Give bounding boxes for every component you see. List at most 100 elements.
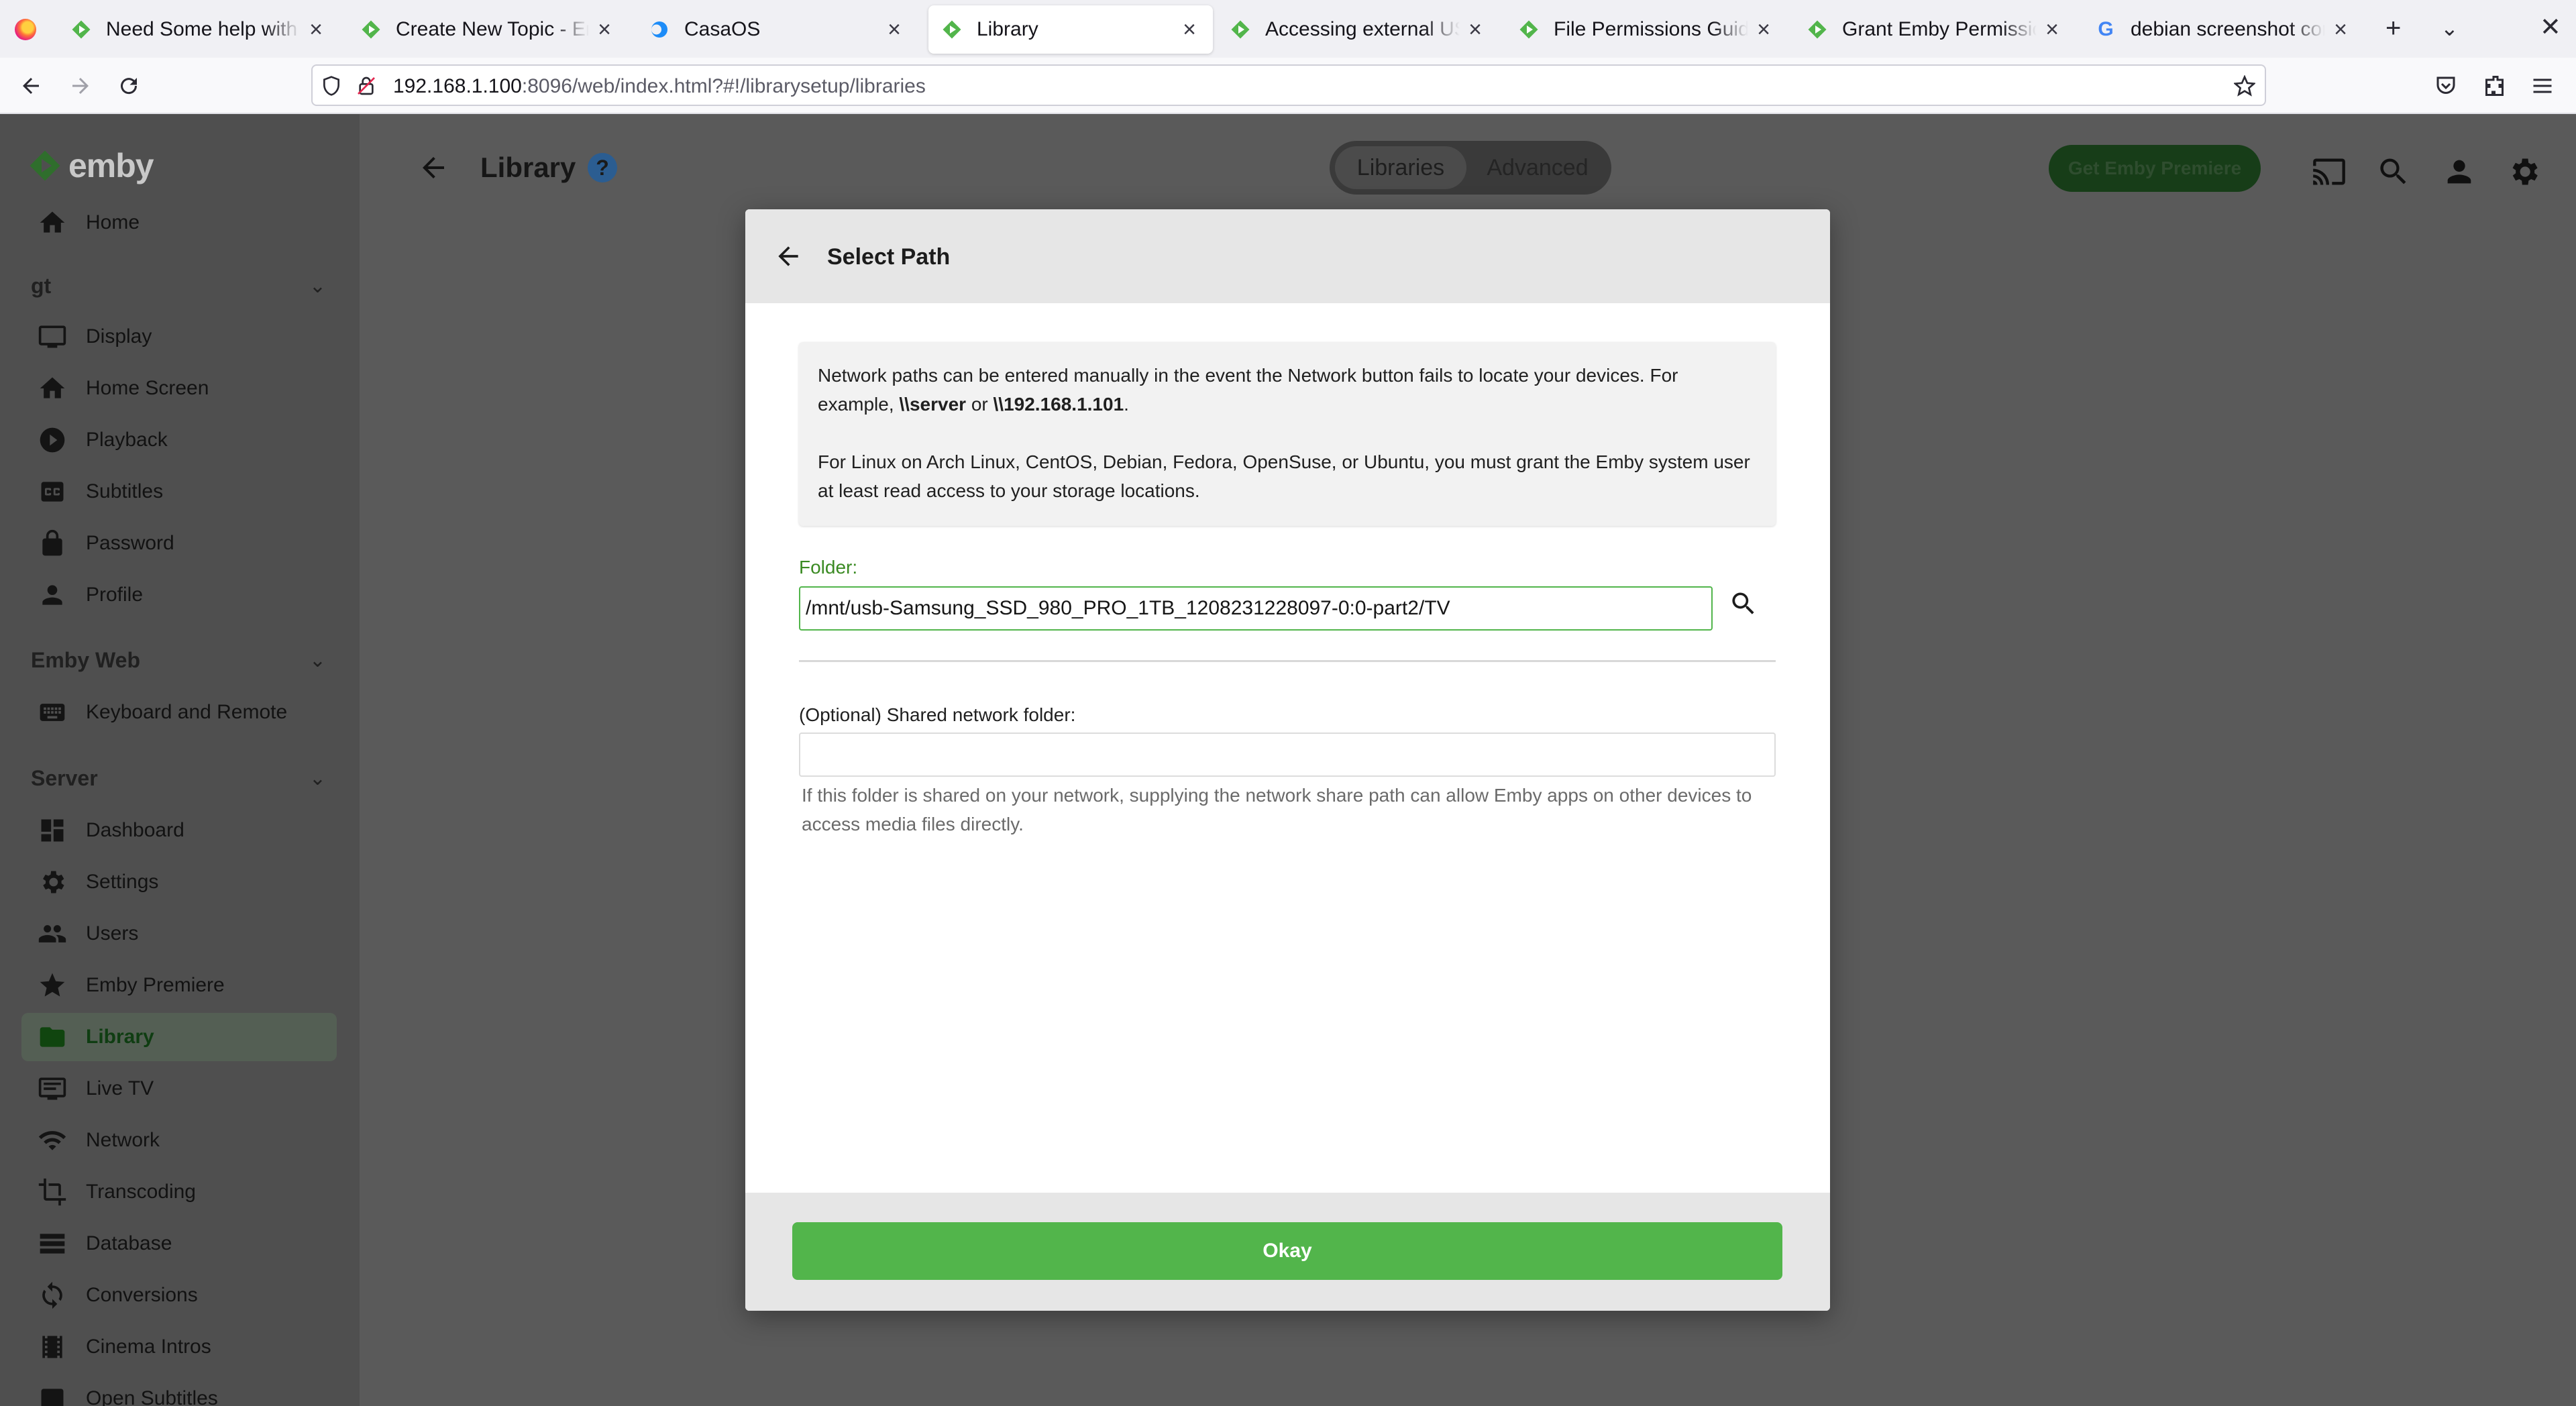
list-all-tabs-chevron-icon[interactable]: ⌄ [2440, 17, 2459, 39]
home-icon [38, 208, 67, 237]
logo-text: emby [68, 147, 154, 184]
browser-nav-bar: 192.168.1.100:8096/web/index.html?#!/lib… [0, 58, 2576, 114]
sidebar-item-label: Open Subtitles [86, 1387, 218, 1406]
sidebar-item-playback[interactable]: Playback [21, 416, 337, 464]
info-text: or [966, 394, 994, 415]
emby-logo[interactable]: emby [28, 146, 154, 185]
person-icon [38, 580, 67, 610]
browser-tab[interactable]: Create New Topic - Emby × [347, 5, 628, 54]
sidebar-item-label: Database [86, 1232, 172, 1254]
sidebar-item-label: Dashboard [86, 819, 184, 841]
sidebar-item-open-subtitles[interactable]: Open Subtitles [21, 1374, 337, 1406]
tab-close-icon[interactable]: × [2330, 17, 2351, 43]
sync-icon [38, 1281, 67, 1310]
sidebar-section-server[interactable]: Server ⌄ [31, 758, 333, 798]
hamburger-menu-icon[interactable] [2525, 68, 2560, 103]
tab-close-icon[interactable]: × [594, 17, 614, 43]
tab-close-icon[interactable]: × [884, 17, 904, 43]
tab-libraries[interactable]: Libraries [1335, 146, 1466, 189]
window-close-icon[interactable]: ✕ [2540, 15, 2561, 40]
reload-icon[interactable] [111, 68, 146, 103]
sidebar-item-password[interactable]: Password [21, 519, 337, 567]
folder-input[interactable] [799, 586, 1713, 631]
sidebar-item-label: Users [86, 922, 139, 944]
sidebar-item-keyboard-and-remote[interactable]: Keyboard and Remote [21, 688, 337, 737]
browser-tab[interactable]: File Permissions Guide for × [1505, 5, 1787, 54]
tab-close-icon[interactable]: × [1465, 17, 1485, 43]
url-text[interactable]: 192.168.1.100:8096/web/index.html?#!/lib… [393, 75, 926, 98]
sidebar-item-label: Subtitles [86, 480, 164, 502]
okay-button[interactable]: Okay [792, 1222, 1782, 1280]
emby-favicon-icon [1807, 19, 1827, 40]
browser-tab[interactable]: Accessing external USB drive × [1217, 5, 1499, 54]
shared-folder-label: (Optional) Shared network folder: [799, 704, 1076, 725]
tab-title: Need Some help with emby [106, 18, 301, 40]
sidebar-item-database[interactable]: Database [21, 1220, 337, 1268]
sidebar-item-home[interactable]: Home [21, 199, 337, 247]
emby-favicon-icon [942, 19, 962, 40]
tab-close-icon[interactable]: × [1754, 17, 1774, 43]
new-tab-plus-icon[interactable]: + [2385, 15, 2401, 42]
emby-logo-icon [30, 150, 60, 181]
sidebar-item-cinema-intros[interactable]: Cinema Intros [21, 1323, 337, 1371]
page-title: Library [480, 152, 576, 183]
emby-favicon-icon [1230, 19, 1250, 40]
back-arrow-icon[interactable] [773, 241, 803, 271]
sidebar-item-network[interactable]: Network [21, 1116, 337, 1165]
sidebar-item-live-tv[interactable]: Live TV [21, 1065, 337, 1113]
back-arrow-icon[interactable] [417, 152, 449, 184]
tab-title: debian screenshot command [2131, 18, 2325, 40]
help-icon[interactable]: ? [588, 153, 617, 182]
sidebar-item-users[interactable]: Users [21, 910, 337, 958]
sidebar-item-profile[interactable]: Profile [21, 571, 337, 619]
sidebar-item-label: Library [86, 1026, 154, 1048]
firefox-menu-icon[interactable] [15, 19, 36, 40]
sidebar-section-emby-web[interactable]: Emby Web ⌄ [31, 640, 333, 680]
tab-close-icon[interactable]: × [306, 17, 326, 43]
sidebar-item-conversions[interactable]: Conversions [21, 1271, 337, 1319]
bookmark-star-icon[interactable] [2234, 75, 2255, 97]
tab-title: Create New Topic - Emby [396, 18, 589, 40]
tab-close-icon[interactable]: × [2042, 17, 2062, 43]
sidebar-item-home-screen[interactable]: Home Screen [21, 364, 337, 413]
search-icon[interactable] [1729, 589, 1765, 625]
user-icon[interactable] [2442, 154, 2477, 189]
pocket-icon[interactable] [2428, 68, 2463, 103]
dashboard-icon [38, 816, 67, 845]
tab-title: Grant Emby Permissions [1842, 18, 2037, 40]
tab-close-icon[interactable]: × [1179, 17, 1199, 43]
back-arrow-icon[interactable] [13, 68, 48, 103]
browser-tab[interactable]: G debian screenshot command × [2082, 5, 2364, 54]
url-host: 192.168.1.100 [393, 75, 522, 97]
sidebar-item-transcoding[interactable]: Transcoding [21, 1168, 337, 1216]
tab-title: Accessing external USB drive [1265, 18, 1460, 40]
section-title: Emby Web [31, 647, 140, 672]
browser-tab[interactable]: Need Some help with emby × [58, 5, 339, 54]
sidebar-item-label: Display [86, 325, 152, 347]
sidebar-item-display[interactable]: Display [21, 313, 337, 361]
sidebar-item-settings[interactable]: Settings [21, 858, 337, 906]
insecure-lock-icon[interactable] [356, 75, 377, 97]
shared-folder-input[interactable] [799, 733, 1776, 777]
shield-tracking-icon[interactable] [321, 75, 342, 97]
play-circle-icon [38, 425, 67, 455]
sidebar-item-label: Password [86, 532, 174, 554]
extensions-puzzle-icon[interactable] [2478, 68, 2513, 103]
sidebar-item-label: Network [86, 1129, 160, 1151]
browser-tab[interactable]: CasaOS × [636, 5, 918, 54]
tab-advanced[interactable]: Advanced [1470, 146, 1605, 189]
sidebar-item-emby-premiere[interactable]: Emby Premiere [21, 961, 337, 1010]
emby-favicon-icon [1519, 19, 1539, 40]
get-emby-premiere-button[interactable]: Get Emby Premiere [2049, 145, 2261, 192]
sidebar-item-subtitles[interactable]: Subtitles [21, 468, 337, 516]
sidebar-item-dashboard[interactable]: Dashboard [21, 806, 337, 855]
cast-icon[interactable] [2312, 154, 2347, 189]
sidebar-section-user[interactable]: gt ⌄ [31, 266, 333, 306]
sidebar-item-library[interactable]: Library [21, 1013, 337, 1061]
forward-arrow-icon[interactable] [63, 68, 98, 103]
url-bar[interactable]: 192.168.1.100:8096/web/index.html?#!/lib… [311, 64, 2266, 106]
browser-tab[interactable]: Grant Emby Permissions × [1794, 5, 2076, 54]
browser-tab-active[interactable]: Library × [928, 5, 1213, 54]
gear-icon[interactable] [2506, 154, 2541, 189]
search-icon[interactable] [2376, 154, 2411, 189]
